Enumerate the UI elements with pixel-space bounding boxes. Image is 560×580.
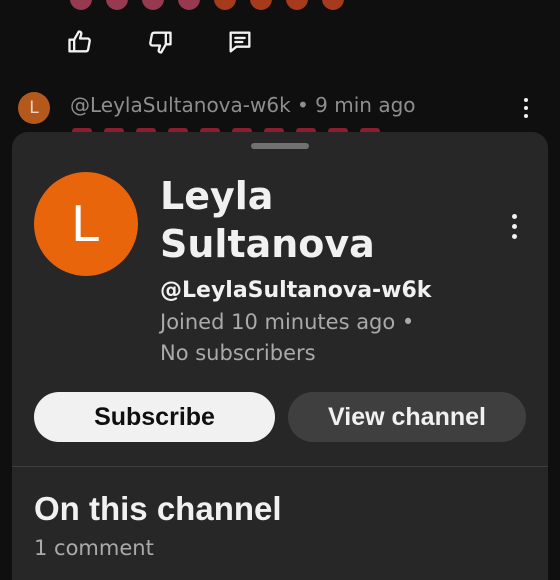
channel-more-icon[interactable]: [510, 214, 518, 244]
comment-author[interactable]: @LeylaSultanova-w6k: [70, 93, 291, 117]
channel-handle: @LeylaSultanova-w6k: [160, 278, 432, 303]
section-title: On this channel: [34, 490, 282, 527]
emoji: [70, 0, 92, 10]
comment-count[interactable]: 1 comment: [34, 536, 154, 560]
joined-date: Joined 10 minutes ago •: [160, 310, 415, 334]
comment-header: L @LeylaSultanova-w6k • 9 min ago: [18, 90, 560, 130]
dislike-icon[interactable]: [146, 28, 174, 56]
drag-handle[interactable]: [251, 143, 309, 149]
comment-actions: [66, 28, 254, 56]
comment-more-icon[interactable]: [522, 98, 530, 122]
meta-separator: •: [297, 93, 309, 117]
subscribe-button[interactable]: Subscribe: [34, 392, 275, 442]
emoji: [286, 0, 308, 10]
reply-icon[interactable]: [226, 28, 254, 56]
comment-avatar[interactable]: L: [18, 92, 50, 124]
emoji: [178, 0, 200, 10]
like-icon[interactable]: [66, 28, 94, 56]
channel-avatar[interactable]: L: [34, 172, 138, 276]
emoji: [142, 0, 164, 10]
emoji: [250, 0, 272, 10]
comment-meta: @LeylaSultanova-w6k • 9 min ago: [70, 93, 416, 117]
emoji-row-partial: [70, 0, 344, 10]
emoji: [106, 0, 128, 10]
emoji: [214, 0, 236, 10]
view-channel-button[interactable]: View channel: [288, 392, 526, 442]
comment-time: 9 min ago: [315, 93, 416, 117]
divider: [12, 466, 548, 467]
channel-name: Leyla Sultanova: [160, 174, 375, 266]
channel-bottom-sheet: L Leyla Sultanova @LeylaSultanova-w6k Jo…: [12, 132, 548, 580]
subscriber-count: No subscribers: [160, 341, 316, 365]
emoji: [322, 0, 344, 10]
